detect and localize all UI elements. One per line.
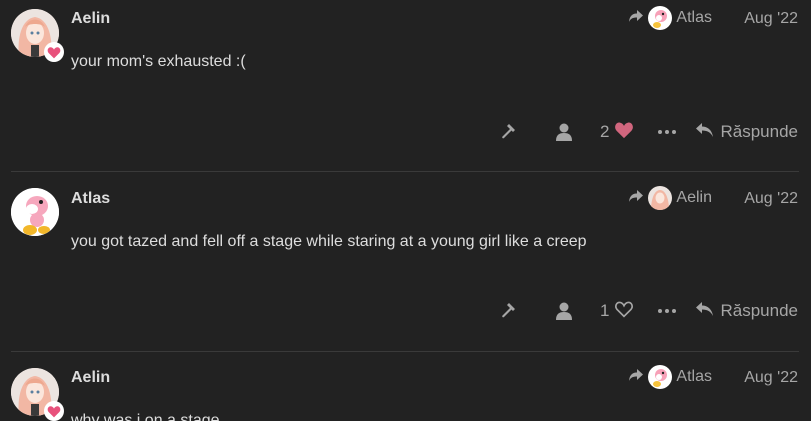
hammer-icon[interactable] [498, 118, 522, 146]
reply-arrow-icon [628, 189, 644, 208]
reply-to-avatar [648, 6, 673, 30]
like-button[interactable]: 2 [600, 118, 634, 146]
reply-label: Răspunde [720, 122, 798, 141]
post-date[interactable]: Aug '22 [744, 190, 798, 208]
reply-to-username: Atlas [676, 368, 712, 385]
like-count: 1 [600, 301, 610, 320]
reply-to-username: Aelin [676, 189, 712, 206]
reply-arrow-icon [628, 368, 644, 387]
reply-to-username: Atlas [676, 9, 712, 26]
heart-badge-icon [44, 42, 64, 62]
reply-button[interactable]: Răspunde [695, 297, 798, 325]
post-body: your mom's exhausted :( [71, 53, 246, 70]
reply-icon [695, 122, 714, 143]
post-3: Aelin Atlas Aug '22 why was i on a stage [0, 360, 811, 421]
reply-to-link[interactable]: Atlas [628, 365, 712, 389]
username[interactable]: Aelin [71, 10, 110, 28]
heart-outline-icon [614, 300, 634, 323]
reply-button[interactable]: Răspunde [695, 118, 798, 146]
avatar-aelin[interactable] [11, 368, 64, 421]
post-date[interactable]: Aug '22 [744, 10, 798, 28]
reply-label: Răspunde [720, 301, 798, 320]
reply-to-avatar [648, 365, 673, 389]
ellipsis-icon[interactable] [656, 118, 678, 146]
post-actions: 1 Răspunde [498, 297, 798, 325]
user-icon[interactable] [554, 297, 574, 325]
like-button[interactable]: 1 [600, 297, 634, 325]
post-body: you got tazed and fell off a stage while… [71, 233, 587, 250]
ellipsis-icon[interactable] [656, 297, 678, 325]
avatar-aelin[interactable] [11, 9, 64, 62]
reply-to-link[interactable]: Aelin [628, 186, 712, 210]
reply-icon [695, 301, 714, 322]
post-date[interactable]: Aug '22 [744, 369, 798, 387]
reply-arrow-icon [628, 9, 644, 28]
like-count: 2 [600, 122, 610, 141]
post-actions: 2 Răspunde [498, 118, 798, 146]
avatar-atlas[interactable] [11, 188, 59, 236]
username[interactable]: Atlas [71, 190, 110, 208]
post-divider [11, 171, 799, 172]
reply-to-link[interactable]: Atlas [628, 6, 712, 30]
heart-icon [614, 121, 634, 144]
post-2: Atlas Aelin Aug '22 you got tazed and fe… [0, 180, 811, 352]
hammer-icon[interactable] [498, 297, 522, 325]
post-body: why was i on a stage [71, 412, 220, 421]
reply-to-avatar [648, 186, 673, 210]
heart-badge-icon [44, 401, 64, 421]
post-divider [11, 351, 799, 352]
post-1: Aelin Atlas Aug '22 your mom's exhausted… [0, 0, 811, 172]
user-icon[interactable] [554, 118, 574, 146]
username[interactable]: Aelin [71, 369, 110, 387]
